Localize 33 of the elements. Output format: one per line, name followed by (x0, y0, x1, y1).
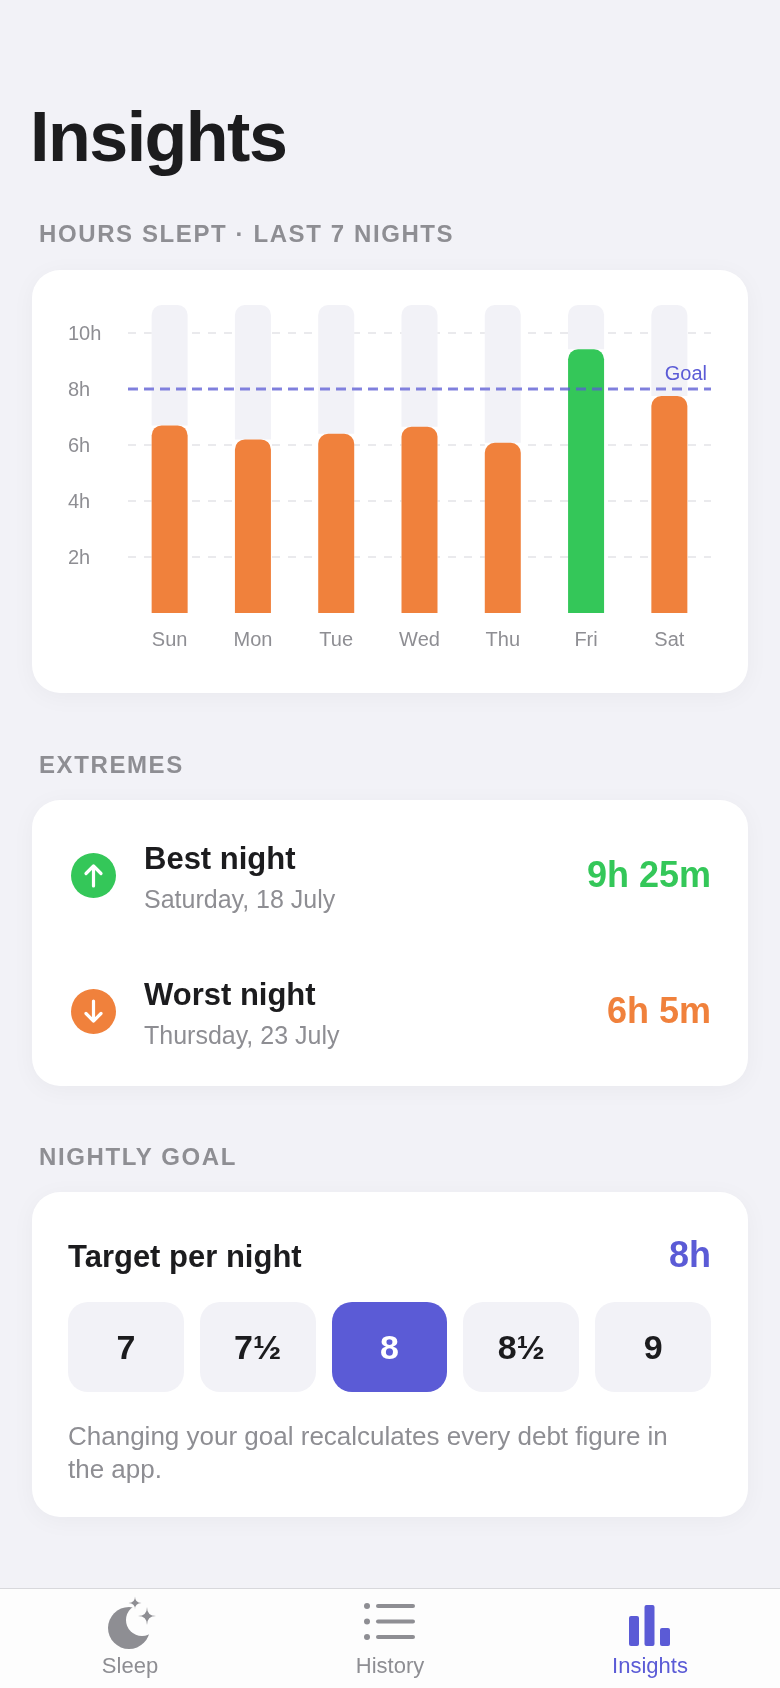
bar-chart-icon (629, 1605, 671, 1646)
goal-option[interactable]: 7 (68, 1302, 184, 1392)
goal-option[interactable]: 8 (331, 1302, 448, 1392)
night-title: Worst night (144, 975, 316, 1014)
goal-note: Changing your goal recalculates every debt figure in the app. (68, 1420, 669, 1486)
night-title: Best night (144, 839, 296, 878)
night-duration: 6h 5m (606, 989, 711, 1033)
goal-label: Goal (664, 362, 707, 384)
target-value: 8h (669, 1236, 711, 1274)
goal-option[interactable]: 8½ (463, 1302, 580, 1392)
section-header: HOURS SLEPT · LAST 7 NIGHTS (39, 220, 455, 248)
night-date: Saturday, 18 July (144, 883, 336, 915)
target-label: Target per night (68, 1238, 302, 1276)
section-header: EXTREMES (39, 751, 184, 779)
day-label: Wed (399, 628, 440, 650)
day-label: Fri (574, 628, 598, 650)
axis-label: 4h (68, 490, 91, 512)
axis-label: 10h (68, 322, 102, 344)
list-icon (364, 1603, 416, 1640)
goal-option[interactable]: 7½ (199, 1302, 316, 1392)
day-label: Sun (151, 628, 188, 650)
section-header: NIGHTLY GOAL (39, 1143, 237, 1171)
day-label: Mon (233, 628, 273, 650)
axis-label: 6h (68, 434, 91, 456)
night-date: Thursday, 23 July (144, 1019, 340, 1051)
axis-label: 8h (68, 378, 91, 400)
day-label: Sat (654, 628, 685, 650)
goal-option[interactable]: 9 (595, 1302, 711, 1392)
axis-label: 2h (68, 546, 91, 568)
tab-item[interactable]: Insights (612, 1596, 688, 1679)
day-label: Tue (319, 628, 354, 650)
day-label: Thu (485, 628, 520, 650)
night-duration: 9h 25m (586, 853, 711, 897)
